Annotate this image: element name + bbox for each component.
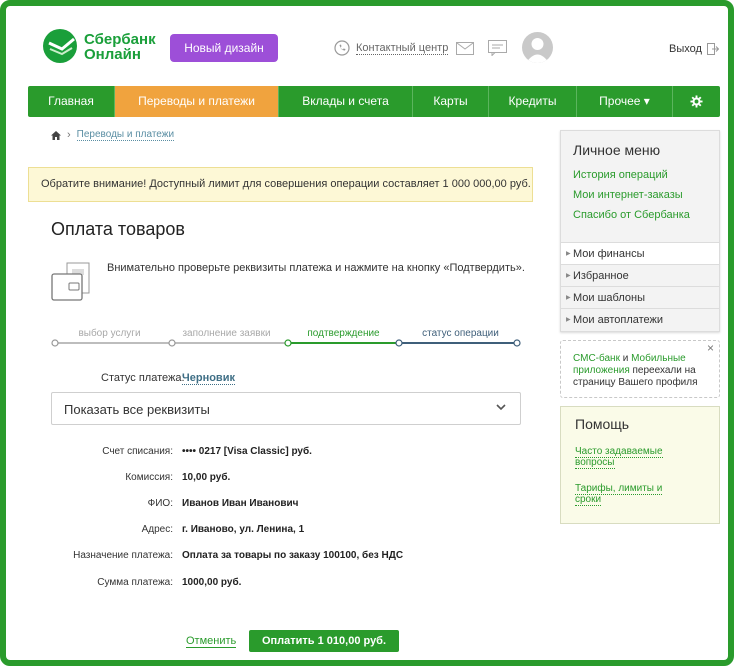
show-details-dropdown[interactable]: Показать все реквизиты [51,392,521,425]
menu-section-finances[interactable]: ▶ Мои финансы [561,242,719,264]
detail-value: Оплата за товары по заказу 100100, без Н… [182,550,404,561]
help-panel: Помощь Часто задаваемые вопросы Тарифы, … [560,406,720,524]
logo-line1: Сбербанк [84,31,156,48]
personal-menu-title: Личное меню [573,142,661,158]
menu-section-autopayments[interactable]: ▶ Мои автоплатежи [561,308,719,330]
nav-item-cards[interactable]: Карты [413,86,489,117]
detail-label: Комиссия: [125,472,173,483]
show-details-label: Показать все реквизиты [64,402,210,417]
phone-icon [334,40,350,56]
logout-icon [706,43,719,55]
detail-value: г. Иваново, ул. Ленина, 1 [182,524,305,535]
menu-section-label: Мои шаблоны [573,292,645,304]
help-title: Помощь [575,416,630,432]
nav-item-credits[interactable]: Кредиты [489,86,577,117]
contact-center-label: Контактный центр [356,41,449,55]
link-operations-history[interactable]: История операций [573,169,668,181]
faq-link[interactable]: Часто задаваемые вопросы [575,446,675,469]
main-nav: Главная Переводы и платежи Вклады и счет… [28,86,720,117]
detail-label: Счет списания: [102,446,173,457]
wallet-icon [51,262,90,301]
instruction-text: Внимательно проверьте реквизиты платежа … [107,262,525,274]
progress-steps: выбор услуги заполнение заявки подтвержд… [51,326,521,356]
new-design-button[interactable]: Новый дизайн [170,34,278,62]
chevron-right-icon: › [67,129,71,141]
nav-item-deposits[interactable]: Вклады и счета [279,86,413,117]
menu-section-label: Мои автоплатежи [573,314,664,326]
close-icon[interactable]: × [707,342,714,354]
progress-track [51,339,521,347]
status-value[interactable]: Черновик [182,372,235,385]
home-icon[interactable] [51,130,61,140]
page-title: Оплата товаров [51,219,185,239]
menu-section-label: Избранное [573,270,629,282]
breadcrumb: › Переводы и платежи [51,129,175,141]
tariffs-label: Тарифы, лимиты и сроки [575,483,663,506]
mail-icon[interactable] [456,42,474,55]
faq-label: Часто задаваемые вопросы [575,446,663,469]
contact-center-link[interactable]: Контактный центр [334,40,449,56]
menu-section-favorites[interactable]: ▶ Избранное [561,264,719,286]
breadcrumb-current[interactable]: Переводы и платежи [76,129,175,141]
link-spasibo[interactable]: Спасибо от Сбербанка [573,209,690,221]
triangle-right-icon: ▶ [566,273,571,279]
triangle-right-icon: ▶ [566,317,571,323]
sms-and: и [619,353,632,364]
detail-value: •••• 0217 [Visa Classic] руб. [182,446,312,457]
detail-label: Сумма платежа: [97,577,173,588]
gear-icon [690,95,703,108]
triangle-right-icon: ▶ [566,295,571,301]
exit-link[interactable]: Выход [669,43,719,55]
detail-value: 1000,00 руб. [182,577,242,588]
nav-item-main[interactable]: Главная [28,86,115,117]
detail-label: Адрес: [141,524,173,535]
sms-notice: × СМС-банк и Мобильные приложения переех… [560,340,720,398]
triangle-right-icon: ▶ [566,251,571,257]
chevron-down-icon [496,404,506,411]
menu-section-label: Мои финансы [573,248,645,260]
logo-text[interactable]: Сбербанк Онлайн [84,32,156,62]
sms-bank-link[interactable]: СМС-банк [573,353,620,364]
link-internet-orders[interactable]: Мои интернет-заказы [573,189,683,201]
detail-value: Иванов Иван Иванович [182,498,299,509]
tariffs-link[interactable]: Тарифы, лимиты и сроки [575,483,675,506]
menu-section-templates[interactable]: ▶ Мои шаблоны [561,286,719,308]
detail-value: 10,00 руб. [182,472,231,483]
user-avatar-icon [526,38,549,63]
limit-notice: Обратите внимание! Доступный лимит для с… [28,167,533,202]
exit-label: Выход [669,43,702,55]
settings-button[interactable] [673,86,720,117]
cancel-button[interactable]: Отменить [186,635,237,648]
nav-item-other[interactable]: Прочее ▾ [577,86,673,117]
sberbank-logo-icon[interactable] [42,28,78,64]
window-frame: Сбербанк Онлайн Новый дизайн Контактный … [0,0,734,666]
logo-line2: Онлайн [84,46,141,63]
avatar[interactable] [522,32,553,63]
detail-label: Назначение платежа: [73,550,173,561]
status-label: Статус платежа: [101,372,185,384]
chat-icon[interactable] [488,40,507,56]
detail-label: ФИО: [147,498,173,509]
personal-menu: Личное меню История операций Мои интерне… [560,130,720,332]
nav-item-transfers[interactable]: Переводы и платежи [115,86,279,117]
pay-button[interactable]: Оплатить 1 010,00 руб. [249,630,399,652]
